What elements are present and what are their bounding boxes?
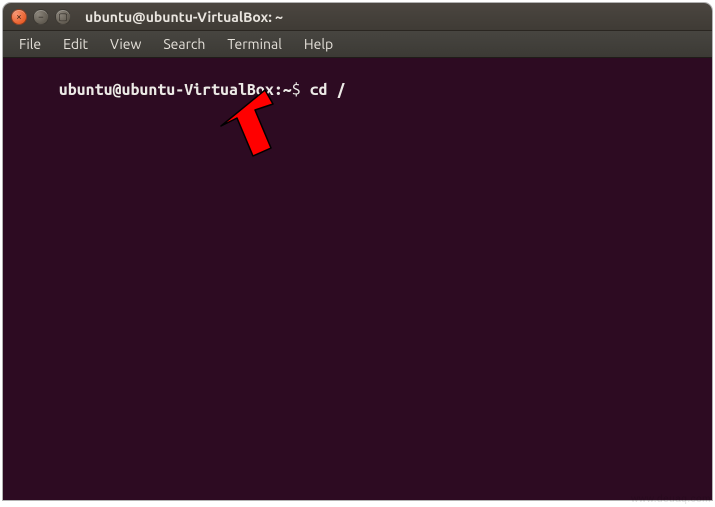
prompt-path: ~ — [283, 81, 292, 99]
menu-terminal[interactable]: Terminal — [217, 33, 292, 55]
window-title: ubuntu@ubuntu-VirtualBox: ~ — [85, 9, 283, 25]
command-text: cd / — [310, 81, 346, 99]
menu-help[interactable]: Help — [294, 33, 343, 55]
menu-view[interactable]: View — [100, 33, 151, 55]
prompt-separator: : — [274, 81, 283, 99]
terminal-window: × − ▢ ubuntu@ubuntu-VirtualBox: ~ File E… — [3, 3, 712, 500]
menu-edit[interactable]: Edit — [53, 33, 98, 55]
menu-file[interactable]: File — [9, 33, 51, 55]
terminal-body[interactable]: ubuntu@ubuntu-VirtualBox:~$ cd / — [3, 58, 712, 500]
menubar: File Edit View Search Terminal Help — [3, 31, 712, 58]
prompt-line: ubuntu@ubuntu-VirtualBox:~$ cd / — [5, 60, 710, 120]
maximize-icon[interactable]: ▢ — [55, 9, 71, 25]
titlebar: × − ▢ ubuntu@ubuntu-VirtualBox: ~ — [3, 3, 712, 31]
menu-search[interactable]: Search — [153, 33, 215, 55]
prompt-symbol: $ — [292, 81, 301, 99]
watermark-text: www.deuaq.com — [631, 494, 711, 505]
minimize-icon[interactable]: − — [33, 9, 49, 25]
close-icon[interactable]: × — [11, 9, 27, 25]
prompt-user-host: ubuntu@ubuntu-VirtualBox — [59, 81, 274, 99]
